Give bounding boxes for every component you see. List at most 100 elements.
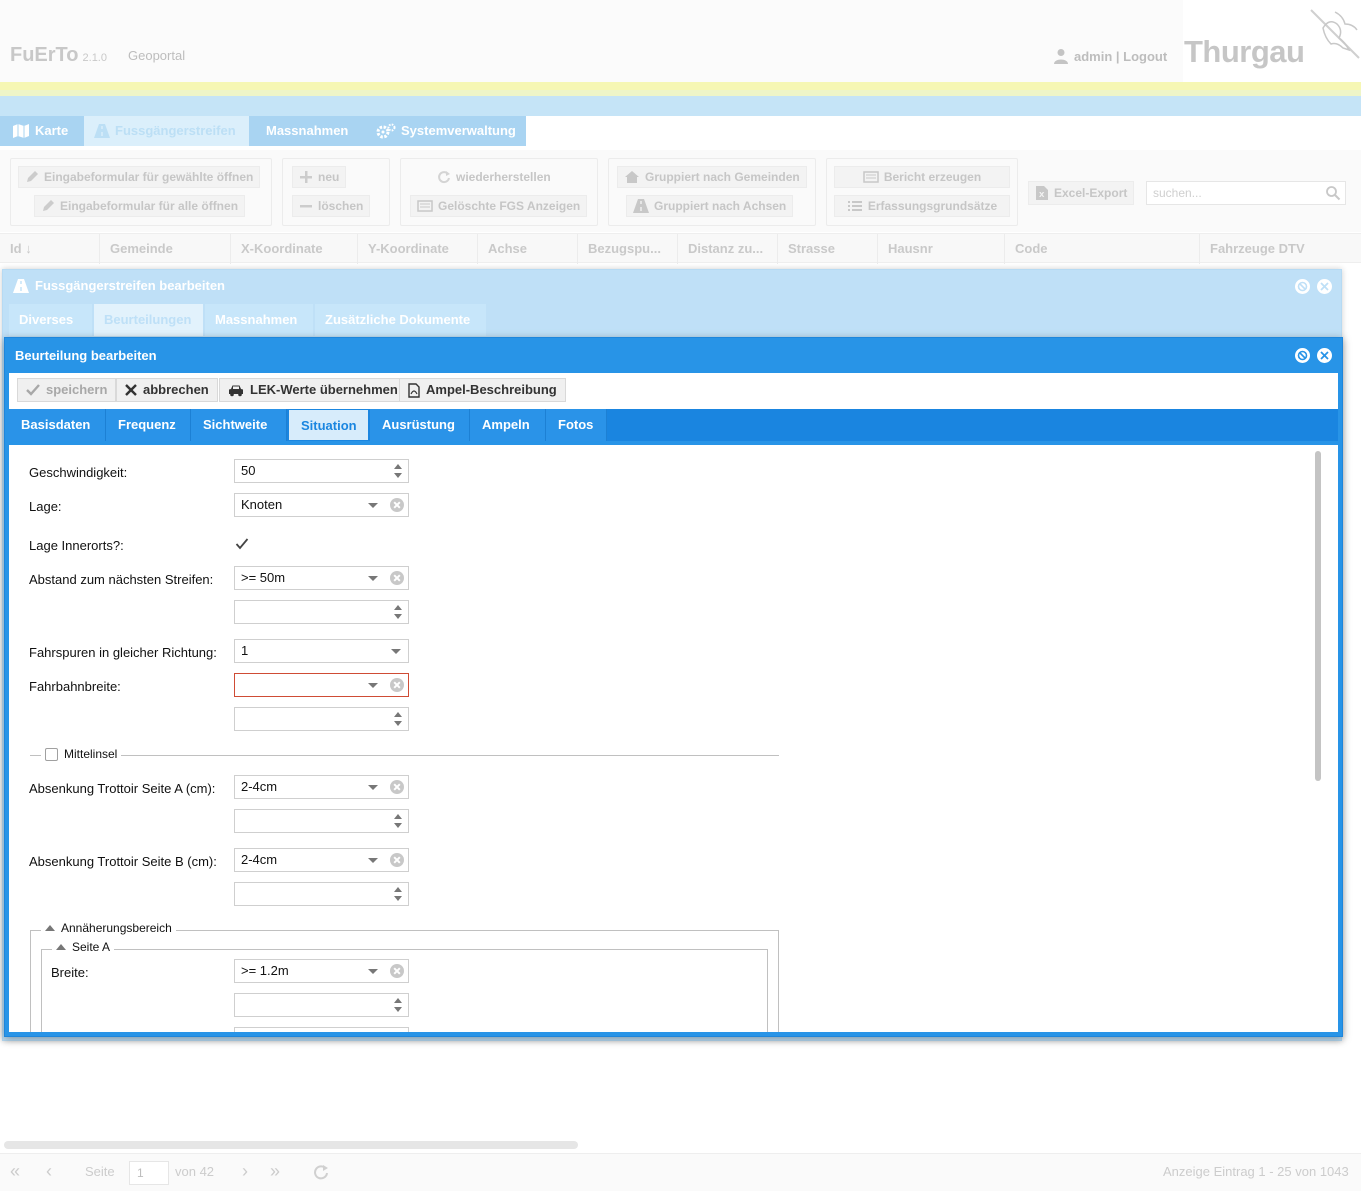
tab-zusaetzliche-dokumente[interactable]: Zusätzliche Dokumente: [315, 304, 486, 336]
tab-diverses[interactable]: Diverses: [9, 304, 92, 336]
abstand-value: >= 50m: [241, 570, 286, 585]
chevron-down-icon[interactable]: [368, 576, 378, 581]
chevron-down-icon[interactable]: [368, 785, 378, 790]
clear-icon[interactable]: [390, 853, 404, 867]
close-icon[interactable]: [1317, 279, 1332, 294]
open-selected-form-button[interactable]: Eingabeformular für gewählte öffnen: [18, 166, 261, 188]
column-header[interactable]: Hausnr: [878, 234, 1005, 264]
column-header[interactable]: Gemeinde: [100, 234, 231, 264]
spinner-icon[interactable]: [394, 711, 402, 727]
abstand-extra-field[interactable]: [234, 600, 409, 624]
column-header[interactable]: Strasse: [778, 234, 878, 264]
new-button[interactable]: neu: [292, 166, 347, 188]
save-button[interactable]: speichern: [17, 378, 117, 402]
fahrspuren-value: 1: [241, 643, 249, 658]
refresh-icon[interactable]: [313, 1164, 329, 1180]
close-icon[interactable]: [1317, 348, 1332, 363]
column-header[interactable]: X-Koordinate: [231, 234, 358, 264]
chevron-down-icon[interactable]: [368, 503, 378, 508]
column-header[interactable]: Id ↓: [0, 234, 100, 264]
spinner-icon[interactable]: [394, 886, 402, 902]
next-page-icon[interactable]: ›: [242, 1161, 248, 1182]
open-all-forms-button[interactable]: Eingabeformular für alle öffnen: [34, 195, 246, 217]
page-input[interactable]: 1: [129, 1161, 169, 1185]
absenkung-a-select[interactable]: 2-4cm: [234, 775, 409, 799]
horizontal-scrollbar[interactable]: [4, 1141, 578, 1149]
tab-karte[interactable]: Karte: [2, 116, 78, 146]
absenkung-a-extra-field[interactable]: [234, 809, 409, 833]
collapse-icon[interactable]: [56, 944, 66, 950]
tab-frequenz[interactable]: Frequenz: [106, 409, 191, 441]
lage-select[interactable]: Knoten: [234, 493, 409, 517]
clear-icon[interactable]: [390, 498, 404, 512]
fahrspuren-select[interactable]: 1: [234, 639, 409, 663]
clear-icon[interactable]: [390, 964, 404, 978]
chevron-down-icon[interactable]: [368, 683, 378, 688]
chevron-down-icon[interactable]: [391, 649, 401, 654]
seite-a-legend[interactable]: Seite A: [52, 940, 115, 954]
chevron-down-icon[interactable]: [368, 858, 378, 863]
abstand-select[interactable]: >= 50m: [234, 566, 409, 590]
lage-innerorts-checkbox[interactable]: [235, 537, 249, 551]
pdf-file-icon: [408, 382, 420, 398]
vertical-scrollbar[interactable]: [1315, 451, 1321, 781]
user-menu[interactable]: admin | Logout: [1054, 48, 1167, 64]
tab-massnahmen[interactable]: Massnahmen: [256, 116, 358, 146]
column-header[interactable]: Distanz zu...: [678, 234, 778, 264]
spinner-icon[interactable]: [394, 813, 402, 829]
column-header[interactable]: Fahrzeuge DTV: [1200, 234, 1361, 264]
tab-situation[interactable]: Situation: [288, 409, 369, 441]
restore-window-icon[interactable]: [1295, 279, 1310, 294]
tab-ausruestung[interactable]: Ausrüstung: [370, 409, 470, 441]
tab-fussgaengerstreifen[interactable]: Fussgängerstreifen: [84, 116, 249, 146]
annaeherungsbereich-legend[interactable]: Annäherungsbereich: [41, 921, 176, 935]
tab-basisdaten[interactable]: Basisdaten: [9, 409, 106, 441]
column-header[interactable]: Y-Koordinate: [358, 234, 478, 264]
tab-sichtweite[interactable]: Sichtweite: [191, 409, 287, 441]
restore-window-icon[interactable]: [1295, 348, 1310, 363]
tab-massnahmen[interactable]: Massnahmen: [205, 304, 313, 336]
lek-values-button[interactable]: LEK-Werte übernehmen: [219, 378, 407, 402]
spinner-icon[interactable]: [394, 997, 402, 1013]
geschwindigkeit-field[interactable]: 50: [234, 459, 409, 483]
spinner-icon[interactable]: [394, 604, 402, 620]
tab-systemverwaltung[interactable]: Systemverwaltung: [366, 116, 526, 146]
column-header[interactable]: Code: [1005, 234, 1200, 264]
search-input[interactable]: suchen...: [1146, 181, 1346, 205]
group-axis-button[interactable]: Gruppiert nach Achsen: [626, 195, 794, 217]
breite-select[interactable]: >= 1.2m: [234, 959, 409, 983]
ampel-description-button[interactable]: Ampel-Beschreibung: [399, 378, 566, 402]
group-municipality-button[interactable]: Gruppiert nach Gemeinden: [617, 166, 807, 188]
absenkung-b-extra-field[interactable]: [234, 882, 409, 906]
clear-icon[interactable]: [390, 780, 404, 794]
chevron-down-icon[interactable]: [368, 969, 378, 974]
tab-fotos[interactable]: Fotos: [546, 409, 607, 441]
create-report-button[interactable]: Bericht erzeugen: [834, 166, 1010, 188]
mittelinsel-checkbox[interactable]: [45, 747, 58, 761]
column-header[interactable]: Achse: [478, 234, 578, 264]
column-header[interactable]: Bezugspu...: [578, 234, 678, 264]
geoportal-link[interactable]: Geoportal: [128, 48, 185, 63]
fahrbahnbreite-select[interactable]: [234, 673, 409, 697]
collapse-icon[interactable]: [45, 925, 55, 931]
search-icon[interactable]: [1325, 185, 1341, 201]
breite-next-field[interactable]: [234, 1027, 409, 1032]
clear-icon[interactable]: [390, 678, 404, 692]
first-page-icon[interactable]: «: [10, 1161, 20, 1182]
restore-button[interactable]: wiederherstellen: [430, 166, 558, 188]
absenkung-b-select[interactable]: 2-4cm: [234, 848, 409, 872]
prev-page-icon[interactable]: ‹: [46, 1161, 52, 1182]
show-deleted-button[interactable]: Gelöschte FGS Anzeigen: [410, 195, 588, 217]
excel-export-button[interactable]: X Excel-Export: [1028, 181, 1135, 205]
user-logout-link[interactable]: admin | Logout: [1074, 49, 1167, 64]
tab-ampeln[interactable]: Ampeln: [470, 409, 546, 441]
cancel-button[interactable]: abbrechen: [116, 378, 218, 402]
principles-button[interactable]: Erfassungsgrundsätze: [834, 195, 1010, 217]
fahrbahnbreite-extra-field[interactable]: [234, 707, 409, 731]
breite-extra-field[interactable]: [234, 993, 409, 1017]
delete-button[interactable]: löschen: [292, 195, 371, 217]
spinner-icon[interactable]: [394, 463, 402, 479]
clear-icon[interactable]: [390, 571, 404, 585]
tab-beurteilungen[interactable]: Beurteilungen: [94, 304, 203, 336]
last-page-icon[interactable]: »: [270, 1161, 280, 1182]
